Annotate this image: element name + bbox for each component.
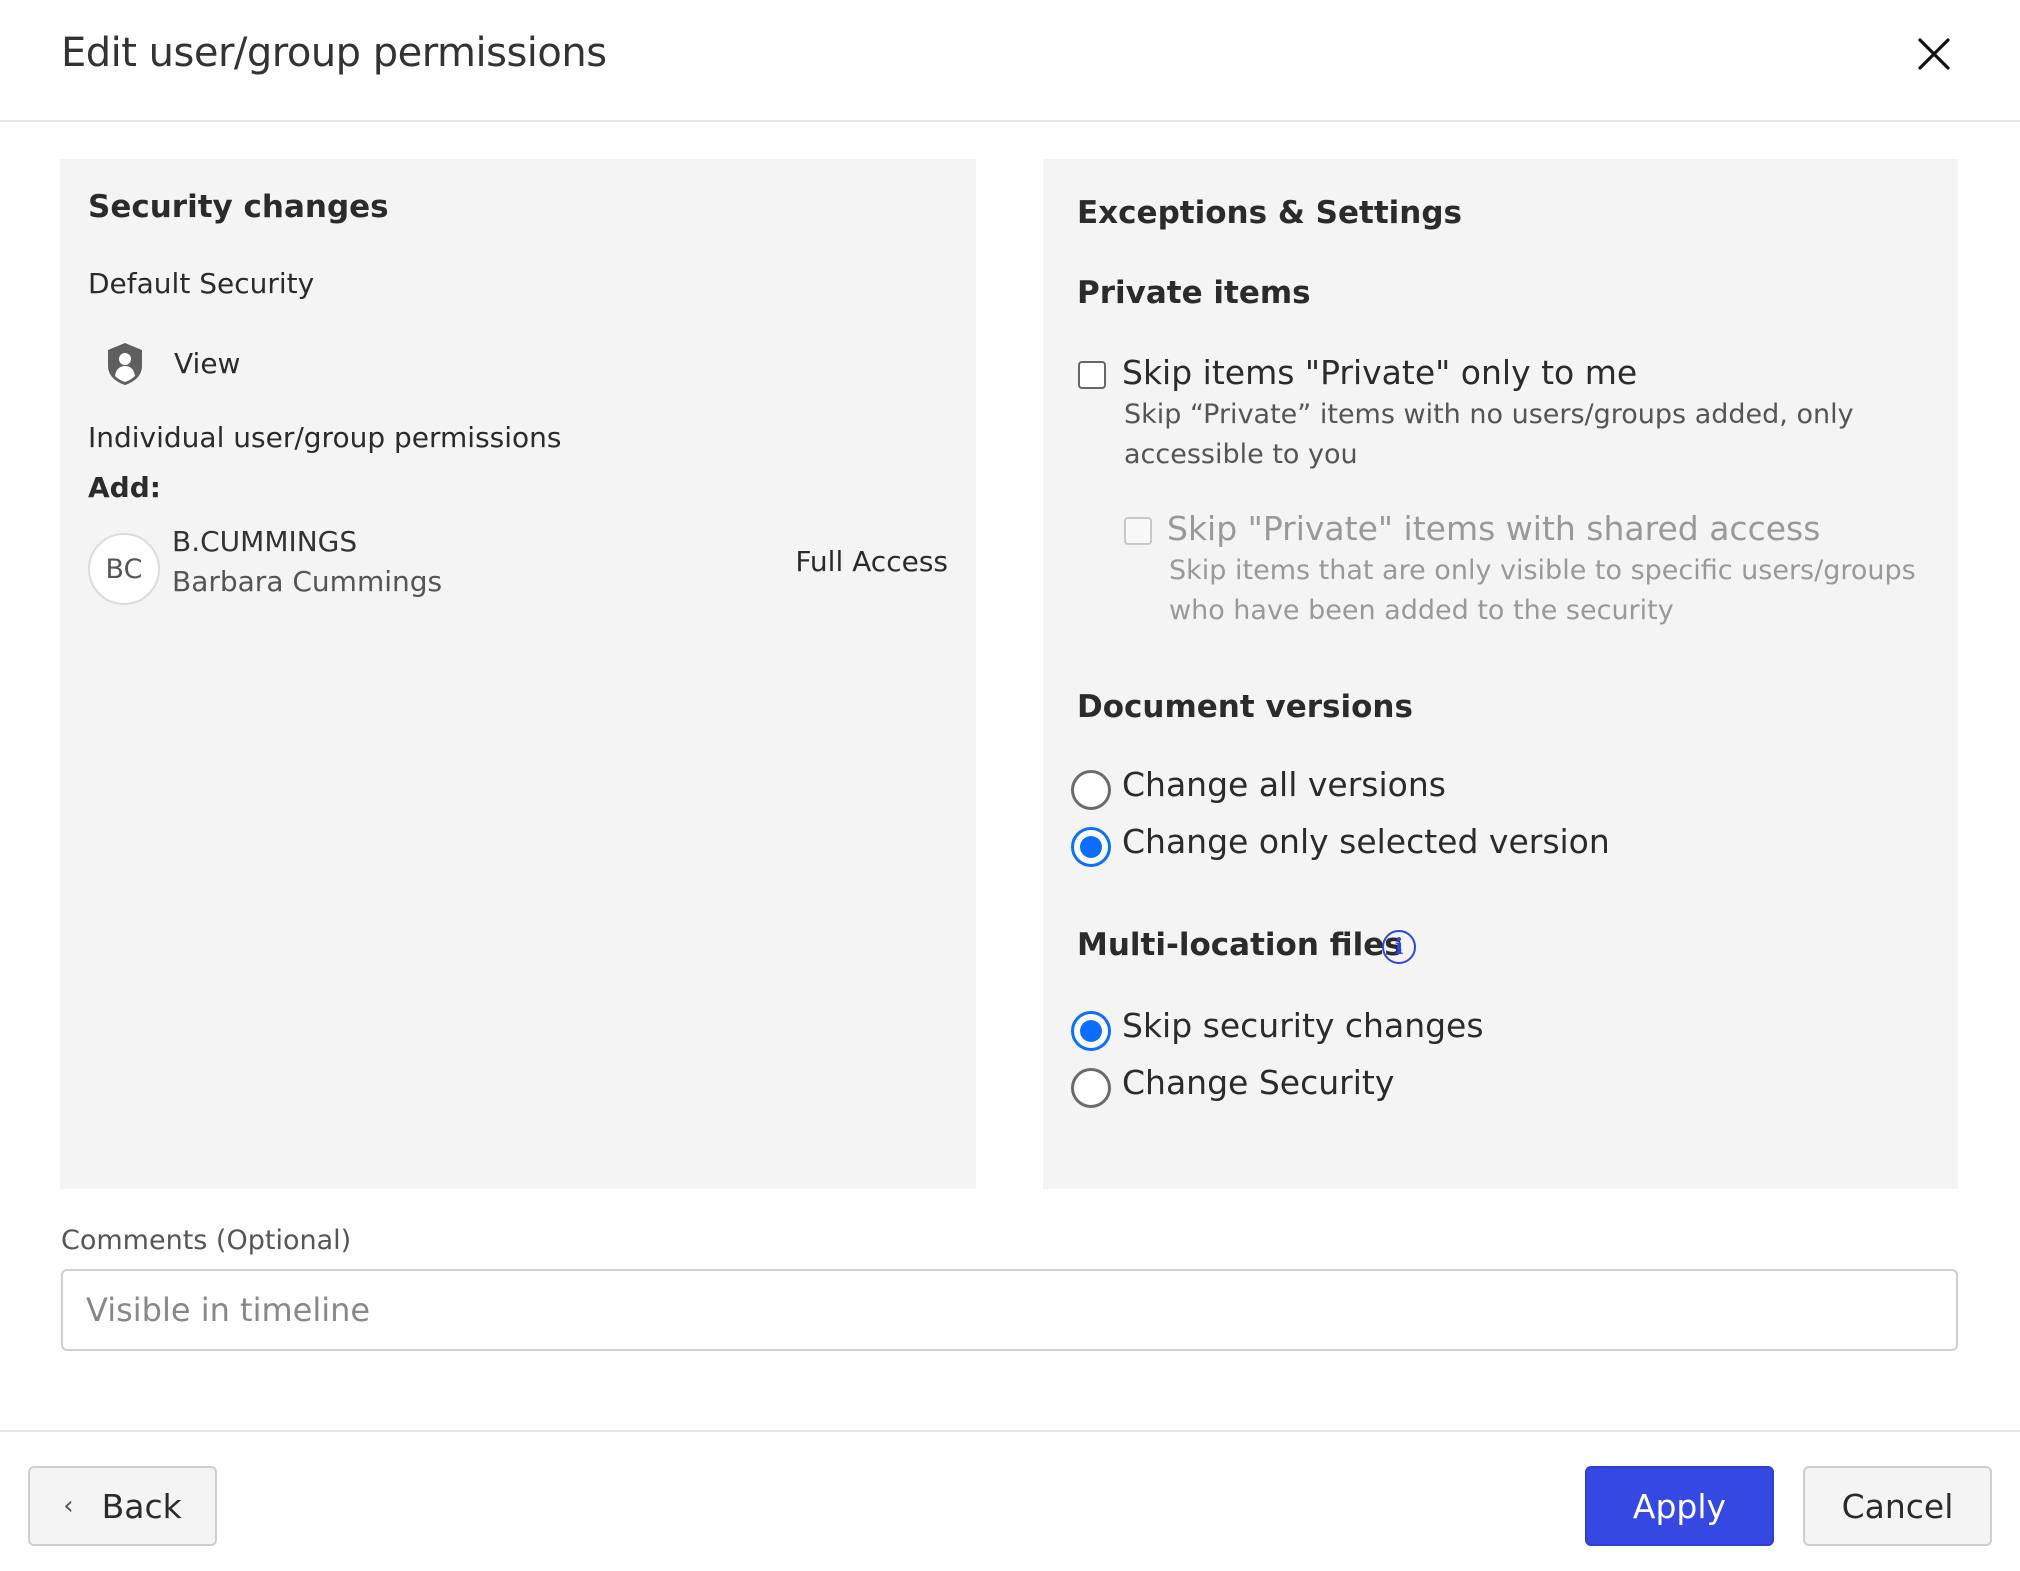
security-changes-title: Security changes (88, 189, 389, 225)
dialog-header: Edit user/group permissions (0, 0, 2020, 122)
skip-private-shared-checkbox[interactable] (1124, 517, 1152, 545)
shield-user-icon (108, 343, 142, 385)
change-all-versions-label[interactable]: Change all versions (1122, 765, 1446, 804)
default-security-label: Default Security (88, 267, 315, 300)
change-all-versions-radio[interactable] (1071, 770, 1111, 810)
security-changes-panel: Security changes Default Security View I… (60, 159, 976, 1189)
skip-security-changes-radio[interactable] (1071, 1011, 1111, 1051)
avatar: BC (88, 533, 160, 605)
apply-button[interactable]: Apply (1585, 1466, 1774, 1546)
skip-private-shared-description: Skip items that are only visible to spec… (1169, 555, 1916, 626)
add-label: Add: (88, 471, 161, 504)
back-button[interactable]: ‹ Back (28, 1466, 217, 1546)
exceptions-title: Exceptions & Settings (1077, 195, 1462, 231)
multi-location-title: Multi-location files (1077, 927, 1403, 963)
skip-private-only-me-description: Skip “Private” items with no users/group… (1124, 399, 1854, 470)
skip-security-changes-label[interactable]: Skip security changes (1122, 1006, 1484, 1045)
back-button-label: Back (101, 1486, 182, 1526)
info-icon[interactable]: i (1382, 930, 1416, 964)
change-selected-version-label[interactable]: Change only selected version (1122, 822, 1610, 861)
private-items-title: Private items (1077, 275, 1311, 311)
comments-label: Comments (Optional) (61, 1225, 352, 1256)
skip-private-only-me-label[interactable]: Skip items "Private" only to me (1122, 353, 1637, 392)
skip-private-only-me-checkbox[interactable] (1078, 361, 1106, 389)
exceptions-settings-panel: Exceptions & Settings Private items Skip… (1043, 159, 1958, 1189)
chevron-left-icon: ‹ (63, 1491, 74, 1521)
close-icon[interactable] (1914, 34, 1954, 74)
individual-permissions-label: Individual user/group permissions (88, 421, 562, 454)
cancel-button[interactable]: Cancel (1803, 1466, 1992, 1546)
user-permission: Full Access (795, 545, 948, 578)
change-selected-version-radio[interactable] (1071, 827, 1111, 867)
user-username: B.CUMMINGS (172, 525, 358, 558)
skip-private-shared-label[interactable]: Skip "Private" items with shared access (1167, 509, 1820, 548)
dialog-title: Edit user/group permissions (61, 30, 607, 76)
comments-input[interactable] (61, 1269, 1958, 1351)
user-full-name: Barbara Cummings (172, 565, 443, 598)
footer-divider (0, 1430, 2020, 1432)
change-security-radio[interactable] (1071, 1068, 1111, 1108)
document-versions-title: Document versions (1077, 689, 1413, 725)
change-security-label[interactable]: Change Security (1122, 1063, 1394, 1102)
default-security-value: View (174, 347, 241, 380)
